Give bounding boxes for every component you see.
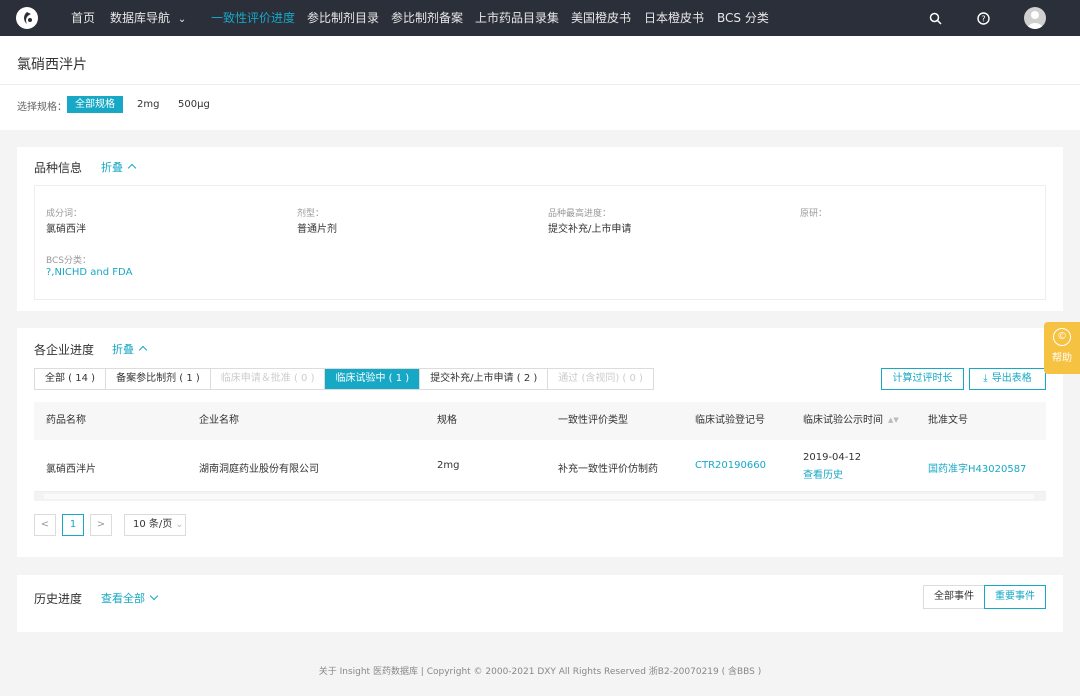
bcs-label: BCS分类： [46,256,92,266]
history-progress-card: 历史进度 查看全部 全部事件 重要事件 [17,575,1063,632]
cell-approval-link[interactable]: 国药准字H43020587 [928,460,1026,475]
spec-500ug-button[interactable]: 500μg [170,96,218,113]
bcs-link[interactable]: ?,NICHD and FDA [46,267,132,278]
search-icon[interactable] [926,9,944,27]
table-row: 氯硝西泮片 湖南洞庭药业股份有限公司 2mg 补充一致性评价仿制药 CTR201… [34,440,1046,492]
cell-reg-no-link[interactable]: CTR20190660 [695,460,766,471]
nav-jp-orange-book[interactable]: 日本橙皮书 [644,0,704,36]
spec-all-button[interactable]: 全部规格 [67,96,123,113]
horizontal-scrollbar[interactable] [34,492,1046,501]
sort-icon[interactable]: ▲▼ [888,417,899,424]
view-all-label: 查看全部 [101,592,145,605]
page-1-button[interactable]: 1 [62,514,84,536]
nav-database-label: 数据库导航 [110,11,171,25]
col-company: 企业名称 [199,415,239,426]
enterprise-progress-card: 各企业进度 折叠 全部 ( 14 ) 备案参比制剂 ( 1 ) 临床申请＆批准 … [17,328,1063,557]
nav-reference-filing[interactable]: 参比制剂备案 [391,0,463,36]
view-history-link[interactable]: 查看历史 [803,466,843,481]
history-progress-title: 历史进度 [34,592,83,606]
max-progress-label: 品种最高进度： [548,209,612,219]
spec-label: 选择规格： [17,102,67,113]
scrollbar-thumb[interactable] [44,494,1034,499]
dosage-form-label: 剂型： [297,209,325,219]
progress-fold-toggle[interactable]: 折叠 [112,341,148,357]
tab-clinical-application[interactable]: 临床申请＆批准 ( 0 ) [211,369,326,389]
calc-duration-button[interactable]: 计算过评时长 [881,368,964,390]
page-size-value: 10 条/页 [133,519,173,530]
tab-passed[interactable]: 通过 (含视同) ( 0 ) [548,369,653,389]
nav-home[interactable]: 首页 [71,0,95,36]
help-float-button[interactable]: © 帮助 [1044,322,1080,374]
page-title: 氯硝西泮片 [17,57,87,73]
prev-page-button[interactable]: < [34,514,56,536]
all-events-button[interactable]: 全部事件 [923,585,985,609]
col-reg-no: 临床试验登记号 [695,415,765,426]
variety-info-card: 品种信息 折叠 成分词： 氯硝西泮 剂型： 普通片剂 品种最高进度： 提交补充/… [17,147,1063,311]
fold-label: 折叠 [112,343,134,356]
nav-consistency-progress[interactable]: 一致性评价进度 [211,0,295,36]
nav-us-orange-book[interactable]: 美国橙皮书 [571,0,631,36]
nav-reference-catalog[interactable]: 参比制剂目录 [307,0,379,36]
dosage-form-value: 普通片剂 [297,224,337,235]
cell-type: 补充一致性评价仿制药 [558,464,658,475]
tab-all[interactable]: 全部 ( 14 ) [35,369,107,389]
nav-bcs[interactable]: BCS 分类 [717,0,769,36]
help-label: 帮助 [1052,353,1072,364]
col-pub-date[interactable]: 临床试验公示时间 ▲▼ [803,402,899,440]
page-header: 氯硝西泮片 选择规格： 全部规格 2mg 500μg [0,36,1080,130]
tab-reference-filing[interactable]: 备案参比制剂 ( 1 ) [106,369,211,389]
originator-label: 原研： [800,209,828,219]
download-icon: ⤓ [983,373,988,384]
spec-2mg-button[interactable]: 2mg [129,96,167,113]
chevron-up-icon [127,163,137,173]
chevron-down-icon: ⌄ [177,14,187,25]
svg-text:?: ? [981,14,985,23]
top-navbar: 首页 数据库导航 ⌄ 一致性评价进度 参比制剂目录 参比制剂备案 上市药品目录集… [0,0,1080,36]
variety-info-title: 品种信息 [34,161,83,175]
help-icon: © [1053,328,1071,346]
max-progress-value: 提交补充/上市申请 [548,224,632,235]
table-header: 药品名称 企业名称 规格 一致性评价类型 临床试验登记号 临床试验公示时间 ▲▼ … [34,402,1046,440]
ingredient-label: 成分词： [46,209,83,219]
nav-database-dropdown[interactable]: 数据库导航 ⌄ [110,0,186,36]
col-spec: 规格 [437,415,457,426]
cell-pub-date: 2019-04-12 [803,452,862,463]
cell-spec: 2mg [437,460,460,471]
avatar[interactable] [1024,7,1046,29]
chevron-up-icon [138,345,148,355]
enterprise-progress-title: 各企业进度 [34,343,95,357]
status-tabs: 全部 ( 14 ) 备案参比制剂 ( 1 ) 临床申请＆批准 ( 0 ) 临床试… [34,368,654,390]
next-page-button[interactable]: > [90,514,112,536]
chevron-down-icon: ⌄ [175,519,184,530]
export-label: 导出表格 [991,373,1032,384]
divider [0,84,1080,85]
col-drug-name: 药品名称 [46,415,86,426]
tab-in-clinical-trial[interactable]: 临床试验中 ( 1 ) [325,369,421,389]
nav-listed-drugs[interactable]: 上市药品目录集 [475,0,559,36]
variety-info-box: 成分词： 氯硝西泮 剂型： 普通片剂 品种最高进度： 提交补充/上市申请 原研：… [34,185,1046,300]
col-pub-date-label: 临床试验公示时间 [803,415,883,426]
chevron-down-icon [149,591,159,601]
col-approval: 批准文号 [928,415,968,426]
dxy-logo-icon[interactable] [16,7,38,29]
footer-text: 关于 Insight 医药数据库 | Copyright © 2000-2021… [318,667,762,677]
cell-drug: 氯硝西泮片 [46,464,96,475]
fold-label: 折叠 [101,161,123,174]
variety-fold-toggle[interactable]: 折叠 [101,159,137,175]
help-icon[interactable]: ? [974,9,992,27]
important-events-button[interactable]: 重要事件 [984,585,1046,609]
export-table-button[interactable]: ⤓ 导出表格 [969,368,1046,390]
tab-supplement-application[interactable]: 提交补充/上市申请 ( 2 ) [420,369,549,389]
col-type: 一致性评价类型 [558,415,628,426]
page-size-select[interactable]: 10 条/页 ⌄ [124,514,186,536]
view-all-toggle[interactable]: 查看全部 [101,590,159,606]
cell-company: 湖南洞庭药业股份有限公司 [199,464,319,475]
ingredient-value: 氯硝西泮 [46,224,86,235]
